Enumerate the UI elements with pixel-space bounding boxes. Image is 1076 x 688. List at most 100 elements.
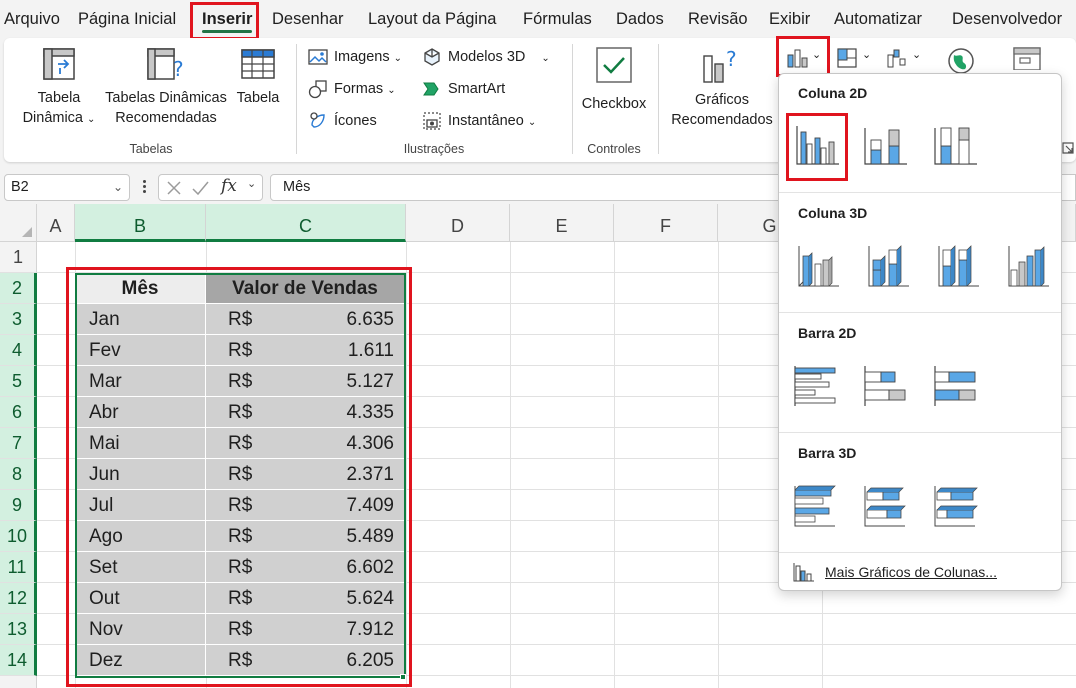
waterfall-chart-button[interactable]: ⌄ [884,44,926,70]
row-header-8[interactable]: 8 [0,459,37,490]
row-header-13[interactable]: 13 [0,614,37,645]
column-header-e[interactable]: E [510,204,614,242]
row-header-6[interactable]: 6 [0,397,37,428]
month-cell[interactable]: Jul [75,490,206,521]
group-label-tabelas: Tabelas [129,142,173,156]
icons-label: Ícones [334,113,377,129]
value-cell[interactable]: R$ 7.912 [206,614,405,645]
dialog-launcher-icon[interactable] [1062,142,1074,154]
tab-formulas[interactable]: Fórmulas [523,0,592,38]
cancel-icon[interactable] [165,179,183,197]
value-cell[interactable]: R$ 5.127 [206,366,405,397]
3d-100-stacked-bar-option[interactable] [929,476,985,532]
value-cell[interactable]: R$ 5.624 [206,583,405,614]
chevron-down-icon: ⌄ [912,49,922,61]
group-label-ilustracoes: Ilustrações [403,142,465,156]
pivot-table-button[interactable]: Tabela Dinâmica ⌄ [18,46,100,130]
3d-stacked-bar-option[interactable] [859,476,915,532]
header-cell-valor[interactable]: Valor de Vendas [206,273,405,304]
row-header-9[interactable]: 9 [0,490,37,521]
value-cell[interactable]: R$ 6.602 [206,552,405,583]
tab-arquivo[interactable]: Arquivo [4,0,60,38]
row-header-7[interactable]: 7 [0,428,37,459]
tab-revisao[interactable]: Revisão [688,0,748,38]
row-header-14[interactable]: 14 [0,645,37,676]
column-header-b[interactable]: B [75,204,206,242]
enter-icon[interactable] [191,179,209,197]
column-header-f[interactable]: F [614,204,718,242]
row-header-12[interactable]: 12 [0,583,37,614]
row-header-3[interactable]: 3 [0,304,37,335]
value-cell[interactable]: R$ 5.489 [206,521,405,552]
column-header-c[interactable]: C [206,204,406,242]
hierarchy-chart-button[interactable]: ⌄ [834,44,876,70]
stacked-bar-icon [864,366,906,406]
3d-100-stacked-column-icon [938,245,979,287]
select-all-corner[interactable] [0,204,37,242]
table-button[interactable]: Tabela [230,46,286,108]
3d-column-option[interactable] [999,236,1055,292]
column-header-d[interactable]: D [406,204,510,242]
chevron-down-icon[interactable]: ⌄ [247,177,256,190]
tab-inserir[interactable]: Inserir [202,0,253,38]
column-header-a[interactable]: A [37,204,75,242]
3d-clustered-bar-icon [794,485,836,527]
row-header-next[interactable] [0,676,37,688]
month-cell[interactable]: Jan [75,304,206,335]
more-options-icon[interactable] [140,178,148,198]
month-cell[interactable]: Set [75,552,206,583]
row-header-10[interactable]: 10 [0,521,37,552]
tab-pagina-inicial[interactable]: Página Inicial [78,0,176,38]
currency-symbol: R$ [228,495,253,516]
value-cell[interactable]: R$ 4.335 [206,397,405,428]
value-cell[interactable]: R$ 6.205 [206,645,405,676]
row-header-2[interactable]: 2 [0,273,37,304]
month-cell[interactable]: Ago [75,521,206,552]
month-cell[interactable]: Out [75,583,206,614]
row-header-11[interactable]: 11 [0,552,37,583]
tab-layout-da-pagina[interactable]: Layout da Página [368,0,496,38]
value-cell[interactable]: R$ 4.306 [206,428,405,459]
stacked-column-option[interactable] [859,116,915,172]
row-header-5[interactable]: 5 [0,366,37,397]
clustered-bar-option[interactable] [789,356,845,412]
tab-automatizar[interactable]: Automatizar [834,0,922,38]
month-cell[interactable]: Dez [75,645,206,676]
100-stacked-column-option[interactable] [929,116,985,172]
pivot-chart-icon[interactable] [1010,46,1044,70]
value-cell[interactable]: R$ 2.371 [206,459,405,490]
3d-100-stacked-column-option[interactable] [929,236,985,292]
row-header-1[interactable]: 1 [0,242,37,273]
clustered-column-option[interactable] [789,116,845,172]
insert-function-icon[interactable]: fx [221,176,237,196]
value-cell[interactable]: R$ 6.635 [206,304,405,335]
3d-100-stacked-bar-icon [934,486,978,527]
map-chart-icon[interactable] [946,46,976,76]
3d-clustered-column-icon [798,246,839,287]
tab-dados[interactable]: Dados [616,0,664,38]
month-cell[interactable]: Abr [75,397,206,428]
tab-desenvolvedor[interactable]: Desenvolvedor [952,0,1062,38]
month-cell[interactable]: Jun [75,459,206,490]
checkbox-button[interactable]: Checkbox [578,46,650,114]
fill-handle[interactable] [400,674,406,680]
column-chart-button[interactable]: ⌄ [782,44,828,70]
100-stacked-bar-option[interactable] [929,356,985,412]
stacked-bar-option[interactable] [859,356,915,412]
value-cell[interactable]: R$ 7.409 [206,490,405,521]
month-cell[interactable]: Mai [75,428,206,459]
3d-stacked-column-option[interactable] [859,236,915,292]
tab-desenhar[interactable]: Desenhar [272,0,344,38]
recommended-pivot-button[interactable]: ? Tabelas Dinâmicas Recomendadas [104,46,228,128]
3d-clustered-column-option[interactable] [789,236,845,292]
recommended-charts-button[interactable]: ? Gráficos Recomendados [668,46,776,130]
month-cell[interactable]: Fev [75,335,206,366]
3d-clustered-bar-option[interactable] [789,476,845,532]
row-header-4[interactable]: 4 [0,335,37,366]
month-cell[interactable]: Nov [75,614,206,645]
header-cell-mes[interactable]: Mês [75,273,206,304]
value-cell[interactable]: R$ 1.611 [206,335,405,366]
month-cell[interactable]: Mar [75,366,206,397]
tab-exibir[interactable]: Exibir [769,0,810,38]
name-box[interactable]: B2 ⌄ [4,174,130,201]
